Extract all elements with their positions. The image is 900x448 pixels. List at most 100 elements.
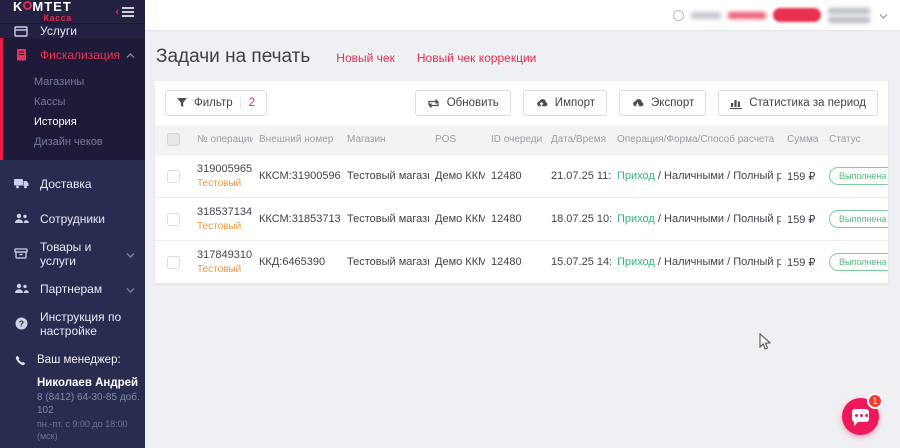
svg-text:?: ? [18,318,23,328]
operation-type: Приход [617,256,655,268]
col-header-shop: Магазин [341,125,429,155]
filter-label: Фильтр [194,97,233,109]
sidebar-subitem-cashboxes[interactable]: Кассы [3,92,145,112]
test-tag: Тестовый [197,221,242,232]
external-number: ККД:6465390 [253,240,341,283]
pos-name: Демо ККМ [429,197,485,241]
test-tag: Тестовый [197,178,242,189]
filter-button[interactable]: Фильтр 2 [165,90,268,116]
queue-id: 12480 [485,197,545,241]
chevron-down-icon [126,247,135,261]
operation-details: / Наличными / Полный расчет [657,170,781,182]
sidebar-item-setup-instructions[interactable]: ? Инструкция по настройке [0,306,145,341]
logo-text-rest: MTET [32,0,72,14]
komtet-logo[interactable]: K MTET Касса [13,0,72,23]
datetime: 18.07.25 10:33 [545,197,611,241]
refresh-button[interactable]: Обновить [414,90,511,116]
col-header-status: Статус [823,125,888,155]
sidebar-contacts: Ваш менеджер: Николаев Андрей 8 (8412) 6… [0,354,145,448]
table-row[interactable]: 317849310 Тестовый ККД:6465390 Тестовый м… [155,240,888,283]
account-chevron-down-icon[interactable] [879,6,888,24]
sidebar-item-label: Сотрудники [40,211,105,226]
toolbar: Фильтр 2 Обновить Импорт Экспорт Статист… [155,81,888,125]
operation-id: 317849310 [197,249,253,261]
datetime: 15.07.25 14:14 [545,240,611,283]
chat-fab-button[interactable]: 1 [842,393,883,435]
shop-name: Тестовый магазин [341,154,429,198]
receipt-icon [13,48,29,62]
sidebar-item-label: Услуги [40,24,77,38]
export-label: Экспорт [651,97,695,109]
sidebar-subitem-history[interactable]: История [3,112,145,132]
col-header-pos: POS [429,125,485,155]
manager-hours: пн.-пт. с 9:00 до 18:00 (мск) [37,419,128,441]
new-correction-receipt-link[interactable]: Новый чек коррекции [417,51,537,65]
refresh-label: Обновить [446,97,499,109]
select-all-checkbox[interactable] [167,133,180,146]
sidebar-item-delivery[interactable]: Доставка [0,166,145,201]
operation-type: Приход [617,170,655,182]
sidebar-menu: Доставка Сотрудники Товары и услуги Парт… [0,166,145,341]
redacted-topup-button[interactable] [773,8,821,22]
row-checkbox[interactable] [167,212,180,226]
sidebar-item-fiscalization[interactable]: Фискализация [3,38,145,72]
operation-id: 318537134 [197,206,253,218]
table-row[interactable]: 319005965 Тестовый ККСМ:319005965 Тестовы… [155,154,888,198]
status-badge: Выполнена [829,253,888,271]
sidebar: K MTET Касса ‹ Услуги Фискализация Магаз… [0,0,145,448]
datetime: 21.07.25 11:23 [545,154,611,198]
table-row[interactable]: 318537134 Тестовый ККСМ:318537134 Тестовы… [155,197,888,241]
manager-name: Николаев Андрей [37,377,139,389]
sidebar-item-label: Товары и услуги [40,239,92,268]
col-header-operation-type: Операция/Форма/Способ расчета [611,125,781,155]
queue-id: 12480 [485,240,545,283]
phone-icon [12,355,28,366]
sidebar-item-employees[interactable]: Сотрудники [0,201,145,236]
manager-details: Николаев Андрей 8 (8412) 64-30-85 доб. 1… [0,376,145,442]
main-area: Задачи на печать Новый чек Новый чек кор… [145,0,900,448]
col-header-queue-id: ID очереди [485,125,545,155]
amount: 159 ₽ [781,240,823,283]
chevron-down-icon [126,282,135,296]
sidebar-item-label: Инструкция по настройке [40,309,122,338]
sidebar-subitem-receipt-design[interactable]: Дизайн чеков [3,132,145,152]
sidebar-collapse-button[interactable]: ‹ [115,6,135,18]
truck-icon [13,178,29,189]
sidebar-group-fiscalization: Фискализация Магазины Кассы История Диза… [0,38,145,160]
filter-icon [177,98,187,108]
redacted-account-name[interactable] [828,7,870,23]
status-badge: Выполнена [829,210,888,228]
pos-name: Демо ККМ [429,154,485,198]
sidebar-item-label: Партнерам [40,281,103,296]
sidebar-subitem-shops[interactable]: Магазины [3,72,145,92]
topbar [145,0,900,30]
print-tasks-table: № операции Внешний номер Магазин POS ID … [155,125,888,283]
operation-details: / Наличными / Полный расчет [657,256,781,268]
sidebar-item-services[interactable]: Услуги [0,24,145,38]
account-status-icon [673,9,684,21]
chat-dots-icon [854,414,868,417]
col-header-amount: Сумма [781,125,823,155]
new-receipt-link[interactable]: Новый чек [336,51,395,65]
sidebar-header: K MTET Касса ‹ [0,0,145,24]
import-label: Импорт [554,97,596,109]
chevron-up-icon [126,48,135,62]
col-header-external-number: Внешний номер [253,125,341,155]
row-checkbox[interactable] [167,255,180,269]
operation-type: Приход [617,213,655,225]
page-title: Задачи на печать [156,46,311,67]
export-button[interactable]: Экспорт [619,90,707,116]
title-row: Задачи на печать Новый чек Новый чек кор… [155,46,888,68]
people-icon [13,213,29,224]
period-stats-button[interactable]: Статистика за период [718,90,878,116]
operation-info: Приход / Наличными / Полный расчет [611,197,781,241]
period-stats-label: Статистика за период [749,97,866,109]
import-button[interactable]: Импорт [522,90,608,116]
external-number: ККСМ:319005965 [253,154,341,198]
sidebar-item-partners[interactable]: Партнерам [0,271,145,306]
row-checkbox[interactable] [167,169,180,183]
shop-name: Тестовый магазин [341,197,429,241]
hamburger-icon [122,6,134,17]
sidebar-item-goods-services[interactable]: Товары и услуги [0,236,145,271]
amount: 159 ₽ [781,154,823,198]
